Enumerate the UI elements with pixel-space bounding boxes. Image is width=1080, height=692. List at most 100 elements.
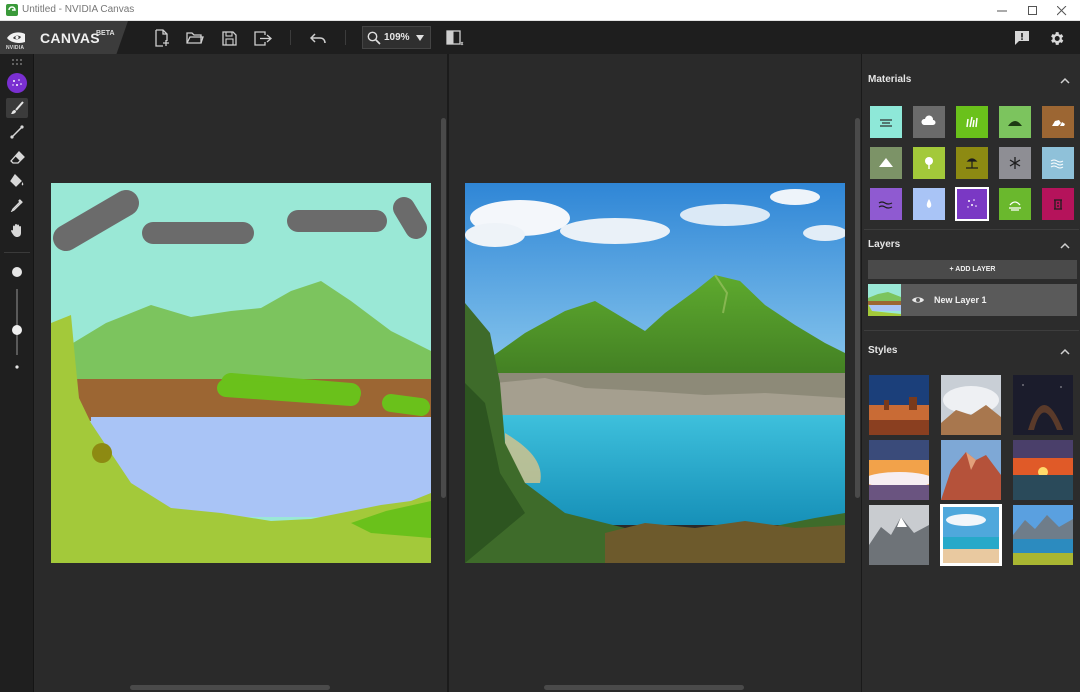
lake-material-icon (926, 199, 932, 208)
cloud-material-swatch[interactable] (913, 106, 945, 138)
layer-item[interactable]: New Layer 1 (868, 284, 1077, 316)
mountain-material-icon (879, 158, 893, 167)
open-button[interactable] (183, 26, 207, 50)
new-file-button[interactable] (150, 26, 174, 50)
material-picker-icon (7, 73, 27, 93)
brush-size-slider[interactable] (16, 289, 18, 355)
beach-material-swatch[interactable] (956, 147, 988, 179)
sky-material-swatch[interactable] (955, 187, 989, 221)
feedback-button[interactable] (1010, 26, 1034, 50)
maximize-icon (1028, 5, 1037, 15)
brush-tool-button[interactable] (6, 98, 28, 118)
grass-material-swatch[interactable] (956, 106, 988, 138)
grass-material-icon (966, 116, 978, 128)
sky-material-icon (967, 199, 977, 208)
style-red-rocks[interactable] (941, 440, 1001, 500)
generated-landscape-image (465, 183, 845, 563)
style-alpine-lake[interactable] (1013, 505, 1073, 565)
style-night-arch[interactable] (1013, 375, 1073, 435)
brand-block: NVIDIA CANVAS BETA (0, 21, 128, 54)
zoom-control[interactable]: 109% (362, 26, 431, 49)
brush-icon (11, 101, 24, 114)
minimize-icon (997, 10, 1007, 11)
snow-material-swatch[interactable] (999, 147, 1031, 179)
zoom-value: 109% (384, 32, 410, 43)
style-ocean-sunset[interactable] (1013, 440, 1073, 500)
chevron-up-icon[interactable] (1058, 74, 1072, 88)
chevron-up-icon[interactable] (1058, 345, 1072, 359)
eye-icon[interactable] (911, 293, 925, 307)
open-folder-icon (186, 32, 204, 44)
fog-material-swatch[interactable] (870, 106, 902, 138)
pan-tool-button[interactable] (6, 220, 28, 240)
chevron-up-icon[interactable] (1058, 239, 1072, 253)
style-sunset-sea-fog[interactable] (869, 440, 929, 500)
segmentation-canvas[interactable] (51, 183, 431, 563)
material-picker-button[interactable] (6, 73, 28, 93)
logo-text: NVIDIA (6, 45, 25, 51)
undo-icon (310, 33, 326, 44)
line-tool-button[interactable] (6, 122, 28, 142)
export-icon (254, 30, 272, 46)
export-button[interactable] (251, 26, 275, 50)
water-material-swatch[interactable] (1042, 147, 1074, 179)
tool-divider (4, 252, 30, 253)
fill-tool-button[interactable] (6, 171, 28, 191)
river-material-swatch[interactable] (870, 188, 902, 220)
style-tropical-beach[interactable] (940, 504, 1002, 566)
close-icon (1057, 5, 1067, 15)
hill-material-icon (1008, 121, 1022, 126)
save-button[interactable] (217, 26, 241, 50)
right-vertical-scrollbar[interactable] (855, 118, 860, 498)
fill-bucket-icon (9, 174, 23, 187)
tree-material-icon (925, 157, 933, 169)
lake-material-swatch[interactable] (913, 188, 945, 220)
settings-button[interactable] (1044, 26, 1068, 50)
style-desert-valley[interactable] (869, 375, 929, 435)
save-icon (221, 30, 237, 46)
section-divider (864, 229, 1079, 230)
snow-material-icon (1009, 157, 1021, 169)
hand-icon (11, 223, 21, 237)
compare-view-icon (446, 30, 464, 46)
undo-button[interactable] (306, 26, 330, 50)
layer-name: New Layer 1 (934, 295, 987, 305)
new-file-icon (155, 29, 169, 47)
toolbar-divider (290, 30, 291, 45)
eraser-tool-button[interactable] (6, 147, 28, 167)
rock-material-swatch[interactable] (1042, 106, 1074, 138)
mountain-material-swatch[interactable] (870, 147, 902, 179)
beta-badge: BETA (96, 30, 115, 37)
nvidia-canvas-app: Untitled - NVIDIA Canvas NVIDIA CANVAS B… (0, 0, 1080, 692)
left-horizontal-scrollbar[interactable] (130, 685, 330, 690)
window-title: Untitled - NVIDIA Canvas (22, 4, 135, 15)
right-horizontal-scrollbar[interactable] (544, 685, 744, 690)
hill-material-swatch[interactable] (999, 106, 1031, 138)
cloud-material-icon (921, 115, 936, 125)
properties-panel: Materials Layers + ADD LAYER New Layer 1 (861, 54, 1080, 692)
style-cloud-peaks[interactable] (941, 375, 1001, 435)
rock-material-icon (1052, 120, 1065, 126)
tree-material-swatch[interactable] (913, 147, 945, 179)
brush-size-thumb[interactable] (12, 325, 22, 335)
compare-view-button[interactable] (443, 26, 467, 50)
app-logo-icon (6, 4, 18, 16)
chevron-down-icon[interactable] (415, 34, 425, 42)
drag-handle-icon[interactable] (11, 58, 23, 66)
sea-material-swatch[interactable] (999, 188, 1031, 220)
fog-material-icon (880, 119, 892, 127)
gear-icon (1050, 31, 1063, 45)
left-vertical-scrollbar[interactable] (441, 118, 446, 498)
line-icon (10, 125, 24, 139)
feedback-icon (1015, 31, 1029, 45)
brush-size-large-icon (12, 267, 22, 277)
close-button[interactable] (1044, 0, 1080, 21)
add-layer-button[interactable]: + ADD LAYER (868, 260, 1077, 279)
river-material-icon (878, 201, 893, 209)
layers-heading: Layers (868, 239, 901, 250)
building-material-swatch[interactable] (1042, 188, 1074, 220)
style-snow-mountain[interactable] (869, 505, 929, 565)
eyedropper-tool-button[interactable] (6, 195, 28, 215)
search-icon (367, 31, 381, 45)
sea-material-icon (1009, 201, 1021, 211)
